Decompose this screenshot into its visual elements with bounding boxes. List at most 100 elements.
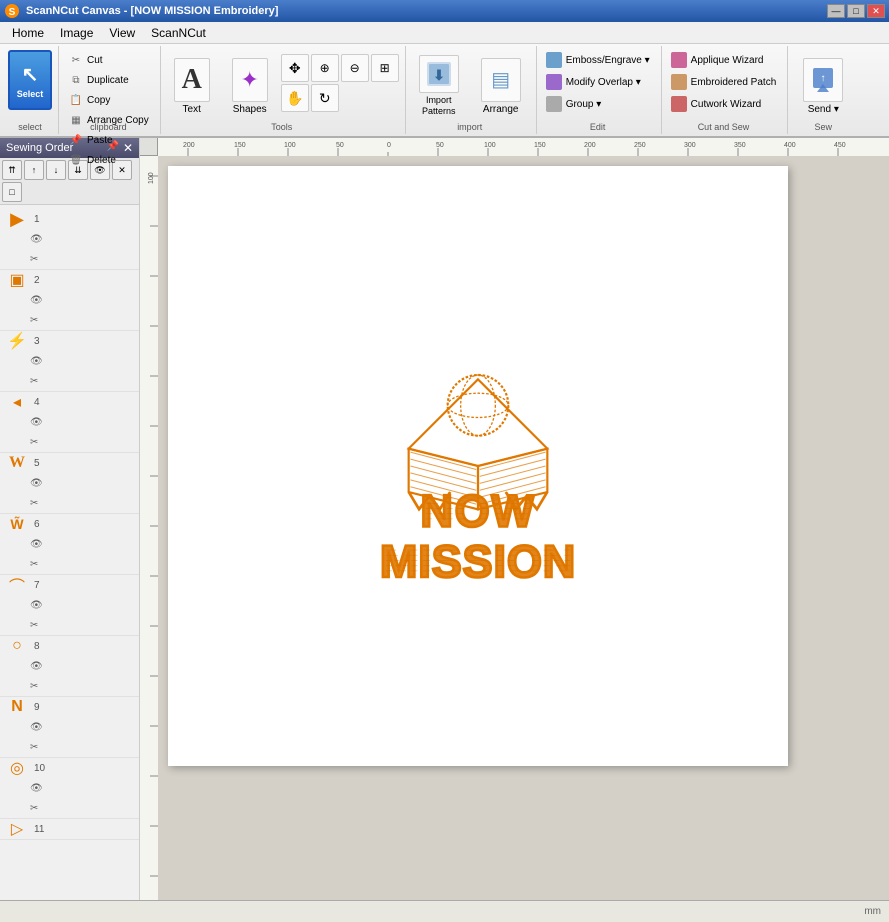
fit-button[interactable]: ⊞ (371, 54, 399, 82)
duplicate-button[interactable]: ⧉ Duplicate (63, 70, 154, 90)
menu-image[interactable]: Image (52, 24, 101, 42)
sewing-row-7-scissors[interactable]: ✂ (0, 615, 139, 635)
window-controls[interactable]: — □ ✕ (827, 4, 885, 18)
send-button[interactable]: ↑ Send ▾ (794, 50, 852, 122)
eye-icon-6[interactable]: 👁 (30, 539, 43, 550)
sewing-row-9-eye[interactable]: 👁 (0, 717, 139, 737)
embroidered-patch-icon (671, 74, 687, 90)
menu-view[interactable]: View (101, 24, 143, 42)
scissors-icon-5[interactable]: ✂ (30, 498, 38, 509)
scissors-icon-4[interactable]: ✂ (30, 437, 38, 448)
status-bar: mm (0, 900, 889, 922)
sewing-row-8-main[interactable]: ○ 8 (0, 636, 139, 656)
canvas-area[interactable]: 200 150 100 50 0 50 100 150 200 (140, 138, 889, 900)
scissors-icon-7[interactable]: ✂ (30, 620, 38, 631)
sewing-row-2-eye[interactable]: 👁 (0, 290, 139, 310)
sewing-row-8-eye[interactable]: 👁 (0, 656, 139, 676)
move-up-button[interactable]: ↑ (24, 160, 44, 180)
sewing-row-10-main[interactable]: ◎ 10 (0, 758, 139, 778)
scissors-icon-3[interactable]: ✂ (30, 376, 38, 387)
design-canvas[interactable]: NOW NOW NOW MISSION (168, 166, 788, 766)
svg-text:⬇: ⬇ (433, 67, 445, 83)
embroidered-patch-button[interactable]: Embroidered Patch (666, 72, 782, 92)
pan-button[interactable]: ✋ (281, 84, 309, 112)
sewing-order-panel: Sewing Order 📌 ✕ ⇈ ↑ ↓ ⇊ 👁 ✕ □ ▶ 1 (0, 138, 140, 900)
eye-icon-8[interactable]: 👁 (30, 661, 43, 672)
sewing-row-9-main[interactable]: N 9 (0, 697, 139, 717)
clipboard-group-label: clipboard (90, 122, 127, 132)
sewing-row-5-eye[interactable]: 👁 (0, 473, 139, 493)
eye-icon-2[interactable]: 👁 (30, 295, 43, 306)
sewing-row-8-scissors[interactable]: ✂ (0, 676, 139, 696)
select-group-label: select (18, 122, 42, 132)
svg-text:300: 300 (684, 142, 696, 149)
sewing-row-9-scissors[interactable]: ✂ (0, 737, 139, 757)
delete-icon: 🗑 (68, 152, 84, 168)
sewing-row-7-eye[interactable]: 👁 (0, 595, 139, 615)
panel-settings-button[interactable]: □ (2, 182, 22, 202)
menu-home[interactable]: Home (4, 24, 52, 42)
sewing-row-5-scissors[interactable]: ✂ (0, 493, 139, 513)
cursor-icon: ↖ (22, 62, 39, 87)
sewing-row-6-scissors[interactable]: ✂ (0, 554, 139, 574)
sewing-row-6-main[interactable]: W̃ 6 (0, 514, 139, 534)
rotate-button[interactable]: ↻ (311, 84, 339, 112)
group-button[interactable]: Group ▾ (541, 94, 655, 114)
modify-overlap-button[interactable]: Modify Overlap ▾ (541, 72, 655, 92)
move-top-button[interactable]: ⇈ (2, 160, 22, 180)
scissors-icon-6[interactable]: ✂ (30, 559, 38, 570)
zoom-in-button[interactable]: ⊕ (311, 54, 339, 82)
scissors-icon-9[interactable]: ✂ (30, 742, 38, 753)
cut-button[interactable]: ✂ Cut (63, 50, 154, 70)
scissors-icon-2[interactable]: ✂ (30, 315, 38, 326)
applique-wizard-button[interactable]: Applique Wizard (666, 50, 782, 70)
sewing-row-1-main[interactable]: ▶ 1 (0, 209, 139, 229)
eye-icon-4[interactable]: 👁 (30, 417, 43, 428)
menu-scanncut[interactable]: ScanNCut (143, 24, 214, 42)
sewing-row-5-main[interactable]: W 5 (0, 453, 139, 473)
text-button[interactable]: A Text (165, 50, 219, 122)
duplicate-icon: ⧉ (68, 72, 84, 88)
eye-icon-1[interactable]: 👁 (30, 234, 43, 245)
sewing-row-4-eye[interactable]: 👁 (0, 412, 139, 432)
select-button[interactable]: ↖ Select (8, 50, 52, 110)
sewing-row-6-eye[interactable]: 👁 (0, 534, 139, 554)
ribbon-group-edit: Emboss/Engrave ▾ Modify Overlap ▾ Group … (537, 46, 662, 134)
sewing-shape-10: ◎ (4, 758, 30, 778)
sewing-row-2-scissors[interactable]: ✂ (0, 310, 139, 330)
sewing-row-11-main[interactable]: ▷ 11 (0, 819, 139, 839)
eye-icon-7[interactable]: 👁 (30, 600, 43, 611)
sewing-row-3-main[interactable]: ⚡ 3 (0, 331, 139, 351)
import-button[interactable]: ⬇ ImportPatterns (410, 50, 468, 122)
sewing-row-4-scissors[interactable]: ✂ (0, 432, 139, 452)
sewing-row-1-eye[interactable]: 👁 (0, 229, 139, 249)
arrange-button[interactable]: ▤ Arrange (472, 50, 530, 122)
minimize-button[interactable]: — (827, 4, 845, 18)
copy-button[interactable]: 📋 Copy (63, 90, 154, 110)
sewing-item-8: ○ 8 👁 ✂ (0, 636, 139, 697)
sewing-row-7-main[interactable]: ⌒ 7 (0, 575, 139, 595)
sewing-row-2-main[interactable]: ▣ 2 (0, 270, 139, 290)
sewing-row-3-eye[interactable]: 👁 (0, 351, 139, 371)
eye-icon-5[interactable]: 👁 (30, 478, 43, 489)
move-button[interactable]: ✥ (281, 54, 309, 82)
eye-icon-9[interactable]: 👁 (30, 722, 43, 733)
sewing-row-1-scissors[interactable]: ✂ (0, 249, 139, 269)
sewing-row-10-scissors[interactable]: ✂ (0, 798, 139, 818)
zoom-out-button[interactable]: ⊖ (341, 54, 369, 82)
cut-sew-buttons: Applique Wizard Embroidered Patch Cutwor… (666, 50, 782, 114)
cutwork-wizard-button[interactable]: Cutwork Wizard (666, 94, 782, 114)
eye-icon-3[interactable]: 👁 (30, 356, 43, 367)
sewing-row-4-main[interactable]: ◂ 4 (0, 392, 139, 412)
scissors-icon-8[interactable]: ✂ (30, 681, 38, 692)
maximize-button[interactable]: □ (847, 4, 865, 18)
close-button[interactable]: ✕ (867, 4, 885, 18)
emboss-engrave-button[interactable]: Emboss/Engrave ▾ (541, 50, 655, 70)
eye-icon-10[interactable]: 👁 (30, 783, 43, 794)
sewing-shape-7: ⌒ (4, 573, 30, 597)
scissors-icon-1[interactable]: ✂ (30, 254, 38, 265)
sewing-row-3-scissors[interactable]: ✂ (0, 371, 139, 391)
shapes-button[interactable]: ✦ Shapes (223, 50, 277, 122)
sewing-row-10-eye[interactable]: 👁 (0, 778, 139, 798)
scissors-icon-10[interactable]: ✂ (30, 803, 38, 814)
